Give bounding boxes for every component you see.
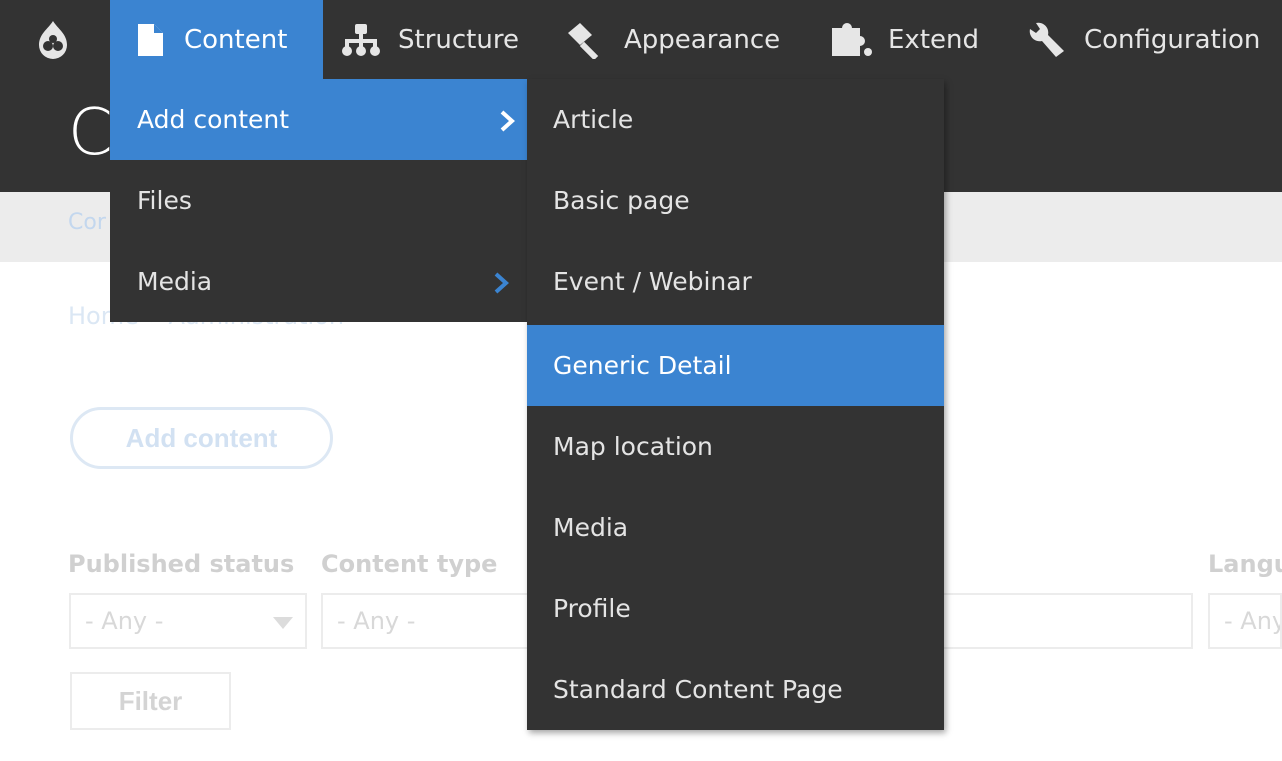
filter-button[interactable]: Filter: [70, 672, 231, 730]
menu-item-add-content-label: Add content: [137, 105, 290, 134]
dropdown-caret-icon: [273, 617, 293, 629]
submenu-item-generic-detail[interactable]: Generic Detail: [527, 325, 944, 406]
sitemap-icon: [340, 23, 382, 57]
admin-toolbar: Content Structure Appearance Extend Conf…: [0, 0, 1282, 79]
paintbrush-icon: [566, 21, 608, 59]
language-value: - Any: [1224, 607, 1282, 635]
submenu-item-profile[interactable]: Profile: [527, 568, 944, 649]
menu-item-files-label: Files: [137, 186, 192, 215]
document-icon: [136, 23, 164, 57]
toolbar-item-appearance[interactable]: Appearance: [566, 0, 780, 79]
toolbar-item-content-label: Content: [184, 24, 288, 55]
language-label: Langu: [1208, 550, 1282, 578]
content-type-label: Content type: [321, 550, 498, 578]
toolbar-item-configuration-label: Configuration: [1084, 24, 1261, 55]
submenu-item-article[interactable]: Article: [527, 79, 944, 160]
chevron-right-icon: [493, 271, 509, 300]
menu-item-media[interactable]: Media: [110, 241, 527, 322]
submenu-item-map-location[interactable]: Map location: [527, 406, 944, 487]
drupal-drop-icon: [36, 20, 70, 60]
content-menu: Add content Files Media: [110, 79, 527, 322]
content-type-select[interactable]: - Any -: [321, 593, 531, 649]
submenu-item-basic-page[interactable]: Basic page: [527, 160, 944, 241]
menu-item-files[interactable]: Files: [110, 160, 527, 241]
page-title: C: [68, 96, 110, 170]
toolbar-item-structure-label: Structure: [398, 24, 519, 55]
menu-item-media-label: Media: [137, 267, 213, 296]
toolbar-item-structure[interactable]: Structure: [340, 0, 519, 79]
chevron-right-icon: [499, 109, 515, 138]
add-content-submenu: Article Basic page Event / Webinar Gener…: [527, 79, 944, 730]
published-status-value: - Any -: [85, 607, 164, 635]
wrench-icon: [1026, 21, 1068, 59]
title-filter-input[interactable]: [940, 593, 1193, 649]
puzzle-icon: [830, 22, 874, 58]
toolbar-item-appearance-label: Appearance: [624, 24, 781, 55]
toolbar-item-extend[interactable]: Extend: [830, 0, 979, 79]
toolbar-item-extend-label: Extend: [888, 24, 979, 55]
tab-content[interactable]: Cor: [68, 210, 110, 235]
language-select[interactable]: - Any: [1208, 593, 1282, 649]
home-link[interactable]: [30, 0, 76, 79]
submenu-item-media[interactable]: Media: [527, 487, 944, 568]
menu-item-add-content[interactable]: Add content: [110, 79, 527, 160]
published-status-label: Published status: [68, 550, 295, 578]
published-status-select[interactable]: - Any -: [69, 593, 307, 649]
toolbar-item-configuration[interactable]: Configuration: [1026, 0, 1260, 79]
content-type-value: - Any -: [337, 607, 416, 635]
submenu-item-event-webinar[interactable]: Event / Webinar: [527, 241, 944, 322]
add-content-button[interactable]: Add content: [70, 407, 333, 469]
submenu-item-standard-content-page[interactable]: Standard Content Page: [527, 649, 944, 730]
toolbar-item-content[interactable]: Content: [110, 0, 323, 79]
